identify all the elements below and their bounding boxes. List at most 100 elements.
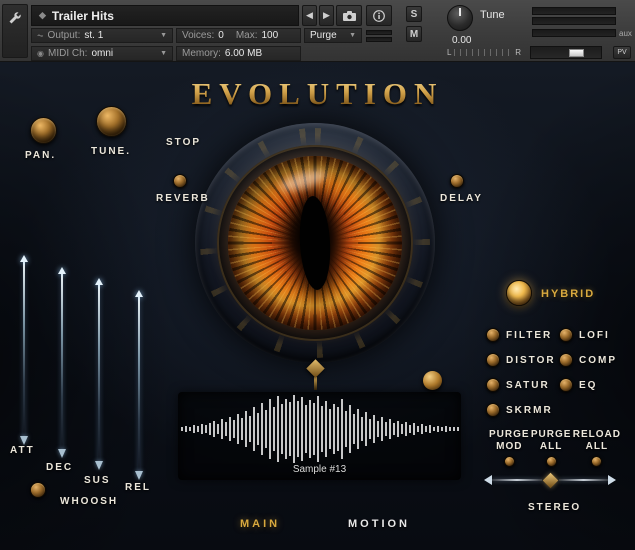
purge-mod-knob[interactable] bbox=[503, 456, 515, 467]
waveform-display[interactable]: Sample #13 bbox=[178, 392, 461, 480]
stereo-handle[interactable] bbox=[542, 472, 558, 488]
pan-control[interactable]: L R bbox=[447, 47, 521, 58]
snapshot-button[interactable] bbox=[336, 5, 362, 26]
output-select[interactable]: ⏦ Output: st. 1 ▼ bbox=[31, 28, 173, 43]
mute-label: M bbox=[409, 28, 419, 40]
tab-main[interactable]: MAIN bbox=[240, 518, 280, 530]
eq-button[interactable] bbox=[559, 378, 573, 392]
slider-up-arrow-icon bbox=[20, 255, 28, 262]
output-meter-left bbox=[532, 7, 616, 15]
solo-button[interactable]: S bbox=[406, 6, 422, 22]
stereo-track-right bbox=[558, 479, 608, 481]
purge-select[interactable]: Purge ▼ bbox=[304, 28, 362, 43]
info-button[interactable] bbox=[366, 5, 392, 26]
compressor-button[interactable] bbox=[559, 353, 573, 367]
saturation-button[interactable] bbox=[486, 378, 500, 392]
lofi-button[interactable] bbox=[559, 328, 573, 342]
voices-value: 0 bbox=[218, 30, 224, 41]
edit-wrench-button[interactable] bbox=[2, 4, 28, 58]
stereo-label: STEREO bbox=[528, 502, 582, 513]
stereo-slider[interactable] bbox=[484, 472, 616, 488]
volume-fader[interactable] bbox=[530, 46, 602, 59]
sustain-slider[interactable] bbox=[94, 278, 104, 470]
mini-meter-1 bbox=[366, 30, 392, 35]
filter-button[interactable] bbox=[486, 328, 500, 342]
saturation-label: SATUR bbox=[506, 380, 550, 391]
slider-up-arrow-icon bbox=[95, 278, 103, 285]
memory-display: Memory: 6.00 MB bbox=[176, 46, 301, 61]
camera-icon bbox=[342, 10, 356, 21]
instrument-title: Trailer Hits bbox=[51, 8, 114, 23]
purge-mod-button[interactable]: PURGE MOD bbox=[489, 429, 530, 467]
slider-down-arrow-icon bbox=[20, 436, 28, 445]
midi-channel-select[interactable]: ◉ MIDI Ch: omni ▼ bbox=[31, 46, 173, 61]
arrow-left-icon: ◀ bbox=[306, 10, 313, 20]
purge-mod-line1: PURGE bbox=[489, 429, 530, 440]
hybrid-knob[interactable] bbox=[506, 280, 532, 306]
distortion-button[interactable] bbox=[486, 353, 500, 367]
memory-label: Memory: bbox=[182, 48, 221, 59]
solo-label: S bbox=[410, 8, 418, 20]
midi-value: omni bbox=[91, 48, 114, 59]
stop-label: STOP bbox=[166, 137, 202, 148]
midi-label: MIDI Ch: bbox=[47, 48, 88, 59]
screamer-button[interactable] bbox=[486, 403, 500, 417]
prev-instrument-button[interactable]: ◀ bbox=[302, 5, 317, 26]
output-value: st. 1 bbox=[84, 30, 104, 41]
release-slider[interactable] bbox=[134, 290, 144, 480]
reload-all-knob[interactable] bbox=[591, 456, 603, 467]
eye-graphic bbox=[195, 123, 442, 390]
wrench-icon bbox=[8, 11, 22, 25]
purge-label: Purge bbox=[310, 30, 337, 41]
tune-knob[interactable] bbox=[96, 106, 127, 137]
purge-all-line2: ALL bbox=[539, 441, 563, 452]
waveform bbox=[178, 395, 461, 463]
decay-slider[interactable] bbox=[57, 267, 67, 458]
midi-icon: ◉ bbox=[37, 49, 44, 58]
mute-button[interactable]: M bbox=[406, 26, 422, 42]
max-value: 100 bbox=[261, 30, 279, 41]
delay-button[interactable] bbox=[450, 174, 464, 188]
purge-all-line1: PURGE bbox=[530, 429, 572, 440]
next-instrument-button[interactable]: ▶ bbox=[319, 5, 334, 26]
instrument-title-bar[interactable]: ◆ Trailer Hits bbox=[31, 5, 299, 26]
reverb-button[interactable] bbox=[173, 174, 187, 188]
output-meter-right bbox=[532, 17, 616, 25]
reverb-label: REVERB bbox=[156, 193, 210, 204]
fader-handle[interactable] bbox=[569, 49, 584, 57]
stereo-right-arrow-icon bbox=[608, 475, 616, 485]
pv-button[interactable]: PV bbox=[613, 46, 631, 59]
eye-bottom-ornament bbox=[305, 359, 325, 392]
stereo-track-left bbox=[492, 479, 542, 481]
kontakt-header: ◆ Trailer Hits ◀ ▶ S M Tune 0.00 aux ⏦ O… bbox=[0, 0, 635, 62]
purge-all-button[interactable]: PURGE ALL bbox=[531, 429, 572, 467]
instrument-icon: ◆ bbox=[39, 10, 46, 20]
voices-label: Voices: bbox=[182, 30, 215, 41]
sustain-label: SUS bbox=[84, 475, 111, 486]
tune-value: 0.00 bbox=[452, 35, 472, 46]
instrument-logo: EVOLUTION bbox=[0, 76, 635, 112]
slider-down-arrow-icon bbox=[58, 449, 66, 458]
output-icon: ⏦ bbox=[37, 30, 44, 40]
purge-all-knob[interactable] bbox=[545, 456, 557, 467]
aux-label: aux bbox=[619, 29, 632, 38]
slider-track bbox=[61, 274, 63, 449]
chevron-down-icon: ▼ bbox=[160, 32, 167, 39]
delay-label: DELAY bbox=[440, 193, 483, 204]
memory-value: 6.00 MB bbox=[224, 48, 263, 59]
chevron-down-icon: ▼ bbox=[349, 32, 356, 39]
reload-all-button[interactable]: RELOAD ALL bbox=[573, 429, 621, 467]
chevron-down-icon: ▼ bbox=[160, 50, 167, 57]
pan-left-label: L bbox=[447, 48, 452, 57]
hybrid-label: HYBRID bbox=[541, 288, 596, 300]
aux-meter bbox=[532, 29, 616, 37]
master-tune-knob[interactable] bbox=[447, 5, 473, 31]
tab-motion[interactable]: MOTION bbox=[348, 518, 410, 530]
sample-name: Sample #13 bbox=[292, 464, 347, 475]
whoosh-knob[interactable] bbox=[30, 482, 46, 498]
instrument-panel: EVOLUTION PAN. TUNE. STOP REVERB DELAY H… bbox=[0, 62, 635, 550]
compressor-label: COMP bbox=[579, 355, 617, 366]
slider-track bbox=[138, 297, 140, 471]
pan-knob[interactable] bbox=[30, 117, 57, 144]
attack-slider[interactable] bbox=[19, 255, 29, 445]
